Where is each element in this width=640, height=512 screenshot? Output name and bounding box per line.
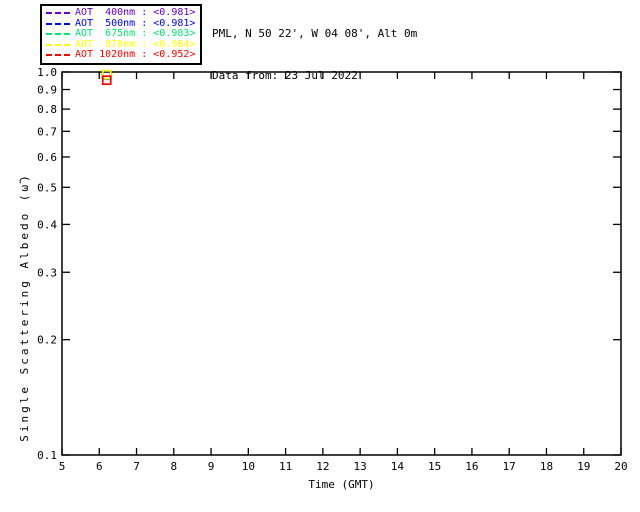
svg-text:0.9: 0.9: [37, 84, 57, 97]
svg-text:0.1: 0.1: [37, 449, 57, 462]
svg-text:5: 5: [59, 460, 66, 473]
svg-text:Single Scattering Albedo (ω̃): Single Scattering Albedo (ω̃): [18, 172, 31, 441]
svg-text:12: 12: [316, 460, 329, 473]
ssa-scatter-chart: 5 6 7 8 9 10 11 12 13 14 15 16 17 18 19 20 1.0 0.9 0.8 0.7 0…: [0, 0, 640, 512]
svg-text:0.3: 0.3: [37, 266, 57, 279]
svg-text:0.7: 0.7: [37, 125, 57, 138]
svg-text:19: 19: [577, 460, 590, 473]
svg-text:17: 17: [503, 460, 516, 473]
svg-text:11: 11: [279, 460, 292, 473]
svg-text:1.0: 1.0: [37, 66, 57, 79]
svg-text:16: 16: [465, 460, 478, 473]
svg-text:20: 20: [614, 460, 627, 473]
svg-text:9: 9: [208, 460, 215, 473]
ssa-plot-screen: AOT 400nm : <0.981> AOT 500nm : <0.981> …: [0, 0, 640, 512]
svg-text:Time (GMT): Time (GMT): [308, 478, 374, 491]
svg-text:8: 8: [170, 460, 177, 473]
svg-text:0.5: 0.5: [37, 181, 57, 194]
svg-text:15: 15: [428, 460, 441, 473]
svg-text:18: 18: [540, 460, 553, 473]
svg-text:7: 7: [133, 460, 140, 473]
svg-text:13: 13: [354, 460, 367, 473]
svg-text:0.2: 0.2: [37, 334, 57, 347]
svg-text:14: 14: [391, 460, 405, 473]
svg-text:0.6: 0.6: [37, 151, 57, 164]
svg-text:0.4: 0.4: [37, 218, 57, 231]
svg-text:6: 6: [96, 460, 103, 473]
data-point-1020nm: [101, 75, 112, 86]
svg-text:10: 10: [242, 460, 255, 473]
svg-text:0.8: 0.8: [37, 103, 57, 116]
